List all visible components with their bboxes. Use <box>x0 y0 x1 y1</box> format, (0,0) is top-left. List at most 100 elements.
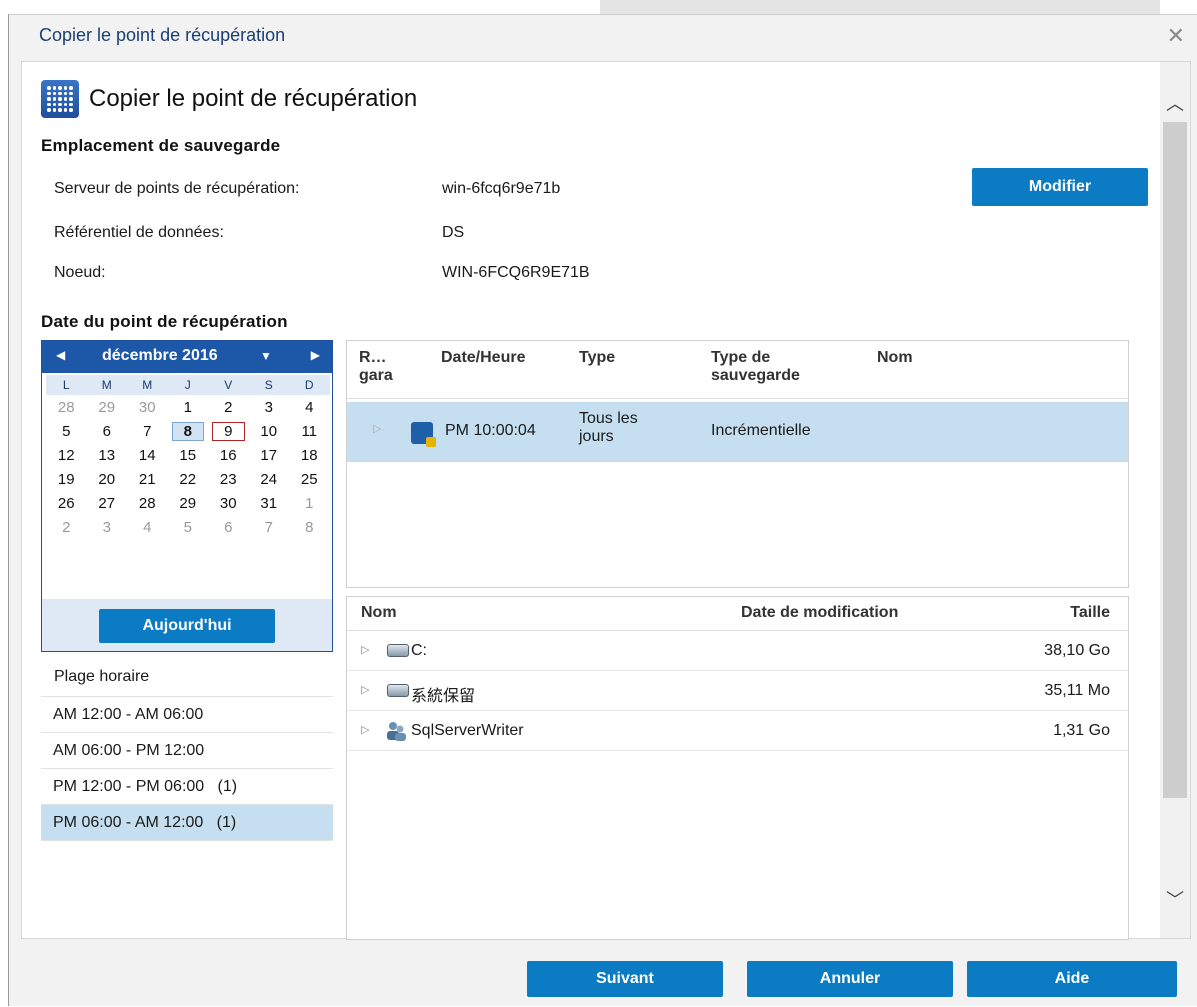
calendar-day[interactable]: 7 <box>127 423 168 440</box>
calendar-week-row: 19 20 21 22 23 24 25 <box>46 467 330 491</box>
row-expand-icon[interactable]: ▷ <box>373 422 381 435</box>
recovery-date-heading: Date du point de récupération <box>41 312 288 331</box>
calendar-day[interactable]: 3 <box>87 519 128 536</box>
expand-icon[interactable]: ▷ <box>361 643 369 656</box>
calendar-day[interactable]: 27 <box>87 495 128 512</box>
calendar-day[interactable]: 4 <box>289 399 330 416</box>
calendar-day[interactable]: 4 <box>127 519 168 536</box>
column-header-file-name[interactable]: Nom <box>361 604 397 622</box>
calendar-day[interactable]: 11 <box>289 423 330 440</box>
help-button[interactable]: Aide <box>967 961 1177 997</box>
weekday-label: V <box>224 378 233 392</box>
calendar-week-row: 5 6 7 8 9 10 11 <box>46 419 330 443</box>
time-range-item[interactable]: AM 06:00 - PM 12:00 <box>41 733 333 769</box>
copy-recovery-point-dialog: Copier le point de récupération ✕ Copier… <box>8 14 1197 1006</box>
calendar-day[interactable]: 25 <box>289 471 330 488</box>
calendar-day[interactable]: 1 <box>168 399 209 416</box>
drive-icon <box>387 684 409 697</box>
prev-month-icon[interactable]: ◀ <box>56 348 65 362</box>
month-dropdown-icon[interactable]: ▼ <box>260 349 272 363</box>
modify-button[interactable]: Modifier <box>972 168 1148 206</box>
calendar-day[interactable]: 3 <box>249 399 290 416</box>
time-range-item[interactable]: AM 12:00 - AM 06:00 <box>41 697 333 733</box>
scroll-down-icon[interactable]: ﹀ <box>1166 886 1184 912</box>
time-range-item[interactable]: PM 12:00 - PM 06:00 (1) <box>41 769 333 805</box>
file-name: SqlServerWriter <box>411 722 524 739</box>
expand-icon[interactable]: ▷ <box>361 683 369 696</box>
background-strip <box>600 0 1160 14</box>
expand-icon[interactable]: ▷ <box>361 723 369 736</box>
calendar-day[interactable]: 17 <box>249 447 290 464</box>
time-range-item[interactable]: PM 06:00 - AM 12:00 (1) <box>41 805 333 841</box>
column-header-size[interactable]: Taille <box>1070 604 1110 622</box>
calendar-day[interactable]: 10 <box>249 423 290 440</box>
next-month-icon[interactable]: ▶ <box>311 348 320 362</box>
vertical-scrollbar[interactable]: ︿ ﹀ <box>1160 62 1190 938</box>
calendar-day[interactable]: 22 <box>168 471 209 488</box>
calendar-day[interactable]: 2 <box>46 519 87 536</box>
calendar-day[interactable]: 28 <box>127 495 168 512</box>
calendar-day[interactable]: 6 <box>87 423 128 440</box>
calendar-day[interactable]: 15 <box>168 447 209 464</box>
calendar-day[interactable]: 30 <box>208 495 249 512</box>
column-header-backup-type[interactable]: Type de sauvegarde <box>711 349 800 385</box>
close-icon[interactable]: ✕ <box>1167 23 1185 49</box>
recovery-point-row[interactable]: ▷ PM 10:00:04 Tous les jours Incrémentie… <box>347 402 1128 462</box>
calendar-day[interactable]: 13 <box>87 447 128 464</box>
recovery-point-backup-type: Incrémentielle <box>711 422 811 439</box>
file-row[interactable]: ▷ C: 38,10 Go <box>347 631 1128 671</box>
calendar-day-selected[interactable]: 8 <box>171 421 204 441</box>
calendar-day[interactable]: 24 <box>249 471 290 488</box>
server-label: Serveur de points de récupération: <box>54 180 300 197</box>
file-row[interactable]: ▷ 系統保留 35,11 Mo <box>347 671 1128 711</box>
calendar-day[interactable]: 12 <box>46 447 87 464</box>
file-name: 系統保留 <box>411 688 476 705</box>
column-header-type[interactable]: Type <box>579 349 615 367</box>
calendar-day[interactable]: 29 <box>168 495 209 512</box>
calendar-week-row: 26 27 28 29 30 31 1 <box>46 491 330 515</box>
recovery-point-datetime: PM 10:00:04 <box>445 422 536 439</box>
column-header-r[interactable]: R… gara <box>359 349 393 385</box>
calendar-day[interactable]: 26 <box>46 495 87 512</box>
users-icon <box>387 722 406 741</box>
time-range-list: AM 12:00 - AM 06:00 AM 06:00 - PM 12:00 PM… <box>41 696 333 841</box>
calendar-day[interactable]: 7 <box>249 519 290 536</box>
column-header-name[interactable]: Nom <box>877 349 913 367</box>
calendar-day[interactable]: 16 <box>208 447 249 464</box>
calendar-day[interactable]: 1 <box>289 495 330 512</box>
files-header: Nom Date de modification Taille <box>347 597 1128 631</box>
calendar-day[interactable]: 5 <box>46 423 87 440</box>
cancel-button[interactable]: Annuler <box>747 961 953 997</box>
calendar-day[interactable]: 8 <box>289 519 330 536</box>
calendar-day[interactable]: 14 <box>127 447 168 464</box>
calendar-day[interactable]: 20 <box>87 471 128 488</box>
calendar-day[interactable]: 31 <box>249 495 290 512</box>
recovery-points-header: R… gara Date/Heure Type Type de sauvegar… <box>347 341 1128 399</box>
calendar-footer: Aujourd'hui <box>42 599 332 651</box>
calendar-day[interactable]: 29 <box>87 399 128 416</box>
today-button[interactable]: Aujourd'hui <box>99 609 275 643</box>
scroll-up-icon[interactable]: ︿ <box>1166 90 1184 116</box>
file-size: 35,11 Mo <box>1044 682 1110 699</box>
file-row[interactable]: ▷ SqlServerWriter 1,31 Go <box>347 711 1128 751</box>
calendar-day[interactable]: 28 <box>46 399 87 416</box>
calendar-day[interactable]: 19 <box>46 471 87 488</box>
calendar-day[interactable]: 5 <box>168 519 209 536</box>
column-header-datetime[interactable]: Date/Heure <box>441 349 525 367</box>
weekday-row: LMMJVSD <box>46 375 330 395</box>
calendar-day[interactable]: 30 <box>127 399 168 416</box>
calendar-day-today[interactable]: 9 <box>212 421 245 441</box>
scroll-thumb[interactable] <box>1163 122 1187 798</box>
calendar-day[interactable]: 18 <box>289 447 330 464</box>
next-button[interactable]: Suivant <box>527 961 723 997</box>
calendar-day[interactable]: 21 <box>127 471 168 488</box>
backup-point-icon <box>411 422 436 447</box>
calendar: ◀ décembre 2016 ▼ ▶ L M M J V S D 28 29 30 1 2 3 4 5 6 7… <box>41 340 333 652</box>
calendar-month-label: décembre 2016 <box>102 347 218 364</box>
calendar-day[interactable]: 2 <box>208 399 249 416</box>
calendar-day[interactable]: 23 <box>208 471 249 488</box>
column-header-modified[interactable]: Date de modification <box>741 604 898 622</box>
calendar-day[interactable]: 6 <box>208 519 249 536</box>
weekday-label: J <box>184 378 191 392</box>
app-grid-icon <box>41 80 79 118</box>
